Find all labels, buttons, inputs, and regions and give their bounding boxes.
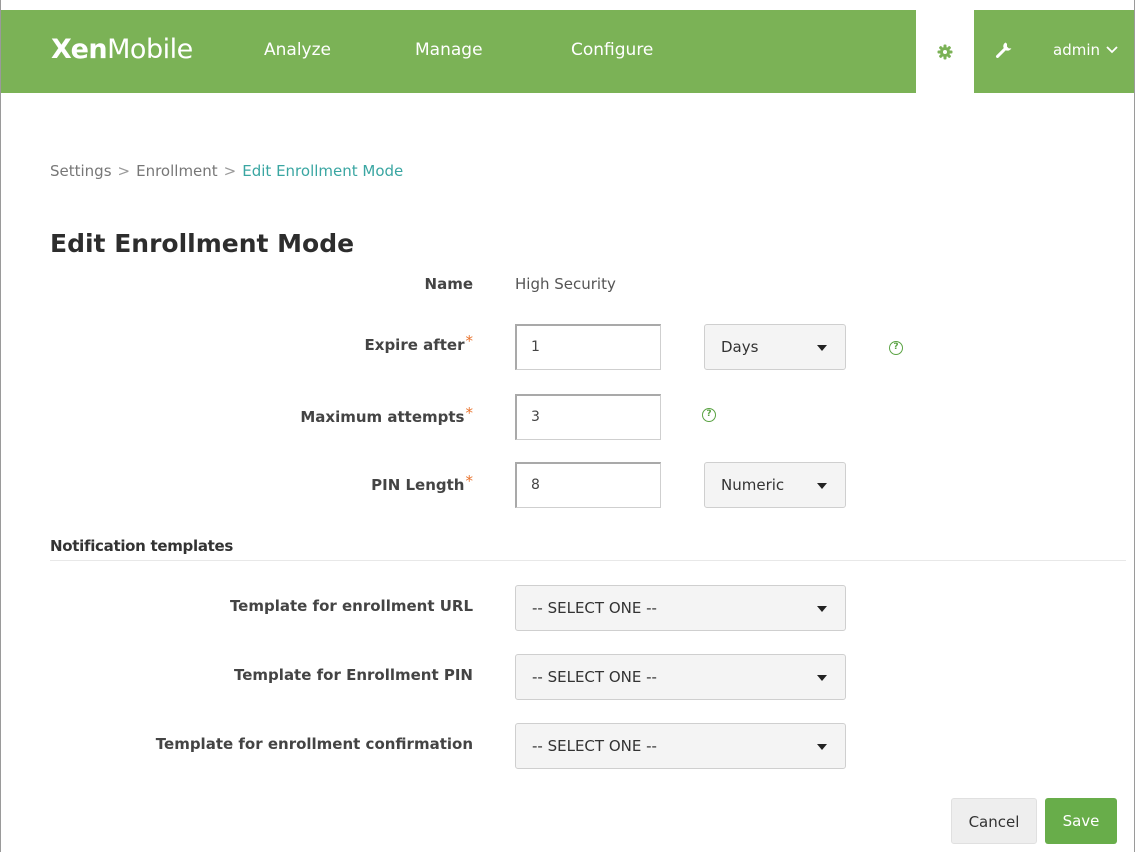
user-name: admin xyxy=(1053,41,1100,59)
template-enrollment-pin-label: Template for Enrollment PIN xyxy=(234,666,473,684)
notification-templates-header: Notification templates xyxy=(50,537,1126,561)
caret-down-icon xyxy=(817,744,827,750)
template-enrollment-pin-value: -- SELECT ONE -- xyxy=(532,668,657,686)
chevron-down-icon xyxy=(1106,46,1118,54)
expire-after-input[interactable]: 1 xyxy=(515,324,661,370)
pin-type-select[interactable]: Numeric xyxy=(704,462,846,508)
caret-down-icon xyxy=(817,675,827,681)
caret-down-icon xyxy=(817,345,827,351)
template-enrollment-confirmation-select[interactable]: -- SELECT ONE -- xyxy=(515,723,846,769)
pin-length-input[interactable]: 8 xyxy=(515,462,661,508)
expire-after-label: Expire after* xyxy=(364,332,473,354)
nav-manage[interactable]: Manage xyxy=(415,40,483,60)
expire-unit-value: Days xyxy=(721,338,759,356)
top-navigation-bar: XenMobile Analyze Manage Configure admin xyxy=(1,10,1134,93)
breadcrumb: Settings > Enrollment > Edit Enrollment Mode xyxy=(50,162,403,180)
wrench-icon[interactable] xyxy=(991,38,1015,62)
name-label: Name xyxy=(424,275,473,293)
required-marker: * xyxy=(465,472,474,490)
required-marker: * xyxy=(465,332,474,350)
pin-type-value: Numeric xyxy=(721,476,785,494)
save-button[interactable]: Save xyxy=(1045,798,1117,844)
template-enrollment-url-label: Template for enrollment URL xyxy=(229,597,473,615)
pin-length-label: PIN Length* xyxy=(371,472,473,494)
template-enrollment-url-value: -- SELECT ONE -- xyxy=(532,599,657,617)
breadcrumb-current: Edit Enrollment Mode xyxy=(242,162,404,180)
maximum-attempts-input[interactable]: 3 xyxy=(515,394,661,440)
breadcrumb-separator: > xyxy=(117,162,131,180)
breadcrumb-separator: > xyxy=(223,162,237,180)
template-enrollment-confirmation-value: -- SELECT ONE -- xyxy=(532,737,657,755)
page-title: Edit Enrollment Mode xyxy=(50,229,355,258)
nav-configure[interactable]: Configure xyxy=(571,40,653,60)
help-icon[interactable]: ? xyxy=(702,408,716,422)
name-value: High Security xyxy=(515,275,616,293)
expire-unit-select[interactable]: Days xyxy=(704,324,846,370)
nav-analyze[interactable]: Analyze xyxy=(264,40,331,60)
caret-down-icon xyxy=(817,606,827,612)
caret-down-icon xyxy=(817,483,827,489)
breadcrumb-enrollment[interactable]: Enrollment xyxy=(136,162,218,180)
template-enrollment-url-select[interactable]: -- SELECT ONE -- xyxy=(515,585,846,631)
settings-tab[interactable] xyxy=(916,10,974,93)
user-menu[interactable]: admin xyxy=(1053,41,1118,59)
help-icon[interactable]: ? xyxy=(889,341,903,355)
breadcrumb-settings[interactable]: Settings xyxy=(50,162,112,180)
cancel-button[interactable]: Cancel xyxy=(951,798,1037,844)
gear-icon xyxy=(937,44,953,59)
xenmobile-logo[interactable]: XenMobile xyxy=(51,34,193,65)
template-enrollment-confirmation-label: Template for enrollment confirmation xyxy=(155,735,473,753)
required-marker: * xyxy=(465,404,474,422)
template-enrollment-pin-select[interactable]: -- SELECT ONE -- xyxy=(515,654,846,700)
maximum-attempts-label: Maximum attempts* xyxy=(300,404,473,426)
